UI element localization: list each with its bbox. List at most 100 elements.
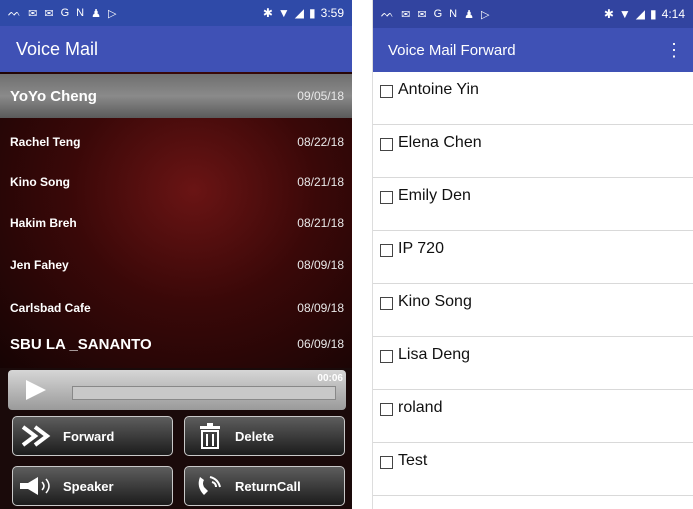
app-title: Voice Mail — [16, 38, 99, 59]
voicemail-date: 08/22/18 — [297, 135, 344, 149]
clock: 3:59 — [320, 6, 344, 20]
contact-row[interactable]: Lisa Deng — [373, 337, 693, 390]
voicemail-date: 08/21/18 — [297, 216, 344, 230]
app-title: Voice Mail Forward — [388, 41, 516, 59]
speaker-label: Speaker — [63, 478, 114, 494]
screenshot-stage: ᨓ ✉ ✉ G N ♟ ▷ ✱ ▼ ◢ ▮ 3:59 Voice Mail Yo… — [0, 0, 693, 509]
voicemail-date: 09/05/18 — [297, 89, 344, 103]
voicemail-name: Hakim Breh — [10, 216, 77, 230]
return-call-label: ReturnCall — [235, 478, 301, 494]
app-bar: Voice Mail — [0, 26, 352, 72]
voicemail-icon: ᨓ — [8, 6, 22, 19]
trash-icon — [185, 422, 235, 450]
voice-mail-forward-screen: ᨓ ✉ ✉ G N ♟ ▷ ✱ ▼ ◢ ▮ 4:14 Voice Mail Fo… — [372, 0, 693, 509]
contact-list: Antoine Yin Elena Chen Emily Den IP 720 … — [373, 72, 693, 509]
contact-checkbox[interactable] — [380, 456, 393, 469]
g-icon: G — [433, 7, 443, 20]
speaker-icon — [13, 475, 63, 497]
voicemail-date: 08/21/18 — [297, 175, 344, 189]
voicemail-name: Kino Song — [10, 175, 70, 189]
voicemail-date: 08/09/18 — [297, 258, 344, 272]
gmail-icon: ✉ — [401, 8, 411, 21]
voicemail-date: 08/09/18 — [297, 301, 344, 315]
voicemail-icon: ᨓ — [381, 7, 395, 20]
contact-checkbox[interactable] — [380, 138, 393, 151]
voicemail-name: Rachel Teng — [10, 135, 81, 149]
contact-row[interactable]: roland — [373, 390, 693, 443]
voicemail-row[interactable]: YoYo Cheng 09/05/18 — [0, 74, 352, 118]
contact-row[interactable]: Emily Den — [373, 178, 693, 231]
battery-icon: ▮ — [650, 7, 657, 21]
contact-checkbox[interactable] — [380, 297, 393, 310]
nfc-icon: N — [76, 6, 85, 19]
return-call-button[interactable]: ReturnCall — [184, 466, 345, 506]
notification-icons: ᨓ ✉ ✉ G N ♟ ▷ — [8, 7, 116, 20]
gmail-icon: ✉ — [28, 7, 38, 20]
play-icon[interactable] — [26, 380, 46, 400]
phone-icon — [185, 473, 235, 499]
status-bar: ᨓ ✉ ✉ G N ♟ ▷ ✱ ▼ ◢ ▮ 3:59 — [0, 0, 352, 26]
person-icon: ♟ — [464, 8, 474, 21]
email-icon: ✉ — [417, 8, 427, 21]
app-bar: Voice Mail Forward ⋮ — [373, 28, 693, 72]
seek-bar[interactable] — [72, 386, 336, 400]
contact-row[interactable]: IP 720 — [373, 231, 693, 284]
contact-checkbox[interactable] — [380, 403, 393, 416]
contact-name: Test — [398, 452, 428, 469]
delete-label: Delete — [235, 428, 275, 444]
status-bar: ᨓ ✉ ✉ G N ♟ ▷ ✱ ▼ ◢ ▮ 4:14 — [373, 0, 693, 28]
voicemail-row[interactable]: SBU LA _SANANTO 06/09/18 — [0, 324, 352, 364]
voicemail-row[interactable]: Jen Fahey 08/09/18 — [0, 245, 352, 285]
forward-button[interactable]: Forward — [12, 416, 173, 456]
voicemail-row[interactable]: Carlsbad Cafe 08/09/18 — [0, 288, 352, 328]
contact-checkbox[interactable] — [380, 191, 393, 204]
nfc-icon: N — [449, 7, 458, 20]
contact-name: Kino Song — [398, 293, 472, 310]
signal-icon: ◢ — [635, 7, 646, 21]
bluetooth-icon: ✱ — [603, 7, 614, 21]
contact-name: Antoine Yin — [398, 81, 479, 98]
voicemail-row[interactable]: Hakim Breh 08/21/18 — [0, 203, 352, 243]
contact-row[interactable]: Antoine Yin — [373, 72, 693, 125]
signal-icon: ◢ — [294, 6, 305, 20]
voicemail-name: SBU LA _SANANTO — [10, 335, 152, 353]
contact-checkbox[interactable] — [380, 350, 393, 363]
clock: 4:14 — [661, 7, 685, 21]
voicemail-date: 06/09/18 — [297, 337, 344, 351]
voicemail-player: 00:06 — [8, 370, 346, 410]
bluetooth-icon: ✱ — [262, 6, 273, 20]
fast-forward-icon — [13, 425, 63, 447]
contact-name: Emily Den — [398, 187, 471, 204]
duration-label: 00:06 — [317, 373, 343, 384]
status-right: ✱ ▼ ◢ ▮ 4:14 — [604, 7, 685, 21]
notification-icons: ᨓ ✉ ✉ G N ♟ ▷ — [381, 8, 489, 21]
battery-icon: ▮ — [309, 6, 316, 20]
contact-row[interactable]: Elena Chen — [373, 125, 693, 178]
voicemail-row[interactable]: Rachel Teng 08/22/18 — [0, 122, 352, 162]
g-icon: G — [60, 6, 70, 19]
contact-row[interactable]: Kino Song — [373, 284, 693, 337]
contact-row[interactable]: Test — [373, 443, 693, 496]
contact-name: roland — [398, 399, 443, 416]
contact-name: Lisa Deng — [398, 346, 471, 363]
contact-name: IP 720 — [398, 240, 444, 257]
contact-name: Elena Chen — [398, 134, 482, 151]
person-icon: ♟ — [91, 7, 101, 20]
email-icon: ✉ — [44, 7, 54, 20]
voicemail-name: Carlsbad Cafe — [10, 301, 91, 315]
status-right: ✱ ▼ ◢ ▮ 3:59 — [263, 6, 344, 20]
voicemail-row[interactable]: Kino Song 08/21/18 — [0, 162, 352, 202]
wifi-icon: ▼ — [277, 6, 290, 20]
contact-checkbox[interactable] — [380, 244, 393, 257]
voice-mail-screen: ᨓ ✉ ✉ G N ♟ ▷ ✱ ▼ ◢ ▮ 3:59 Voice Mail Yo… — [0, 0, 352, 509]
wifi-icon: ▼ — [618, 7, 631, 21]
play-store-icon: ▷ — [480, 8, 490, 21]
voicemail-name: Jen Fahey — [10, 258, 69, 272]
overflow-menu-icon[interactable]: ⋮ — [665, 40, 683, 61]
forward-label: Forward — [63, 428, 115, 444]
play-store-icon: ▷ — [107, 7, 117, 20]
speaker-button[interactable]: Speaker — [12, 466, 173, 506]
contact-checkbox[interactable] — [380, 85, 393, 98]
voicemail-name: YoYo Cheng — [10, 87, 97, 105]
delete-button[interactable]: Delete — [184, 416, 345, 456]
